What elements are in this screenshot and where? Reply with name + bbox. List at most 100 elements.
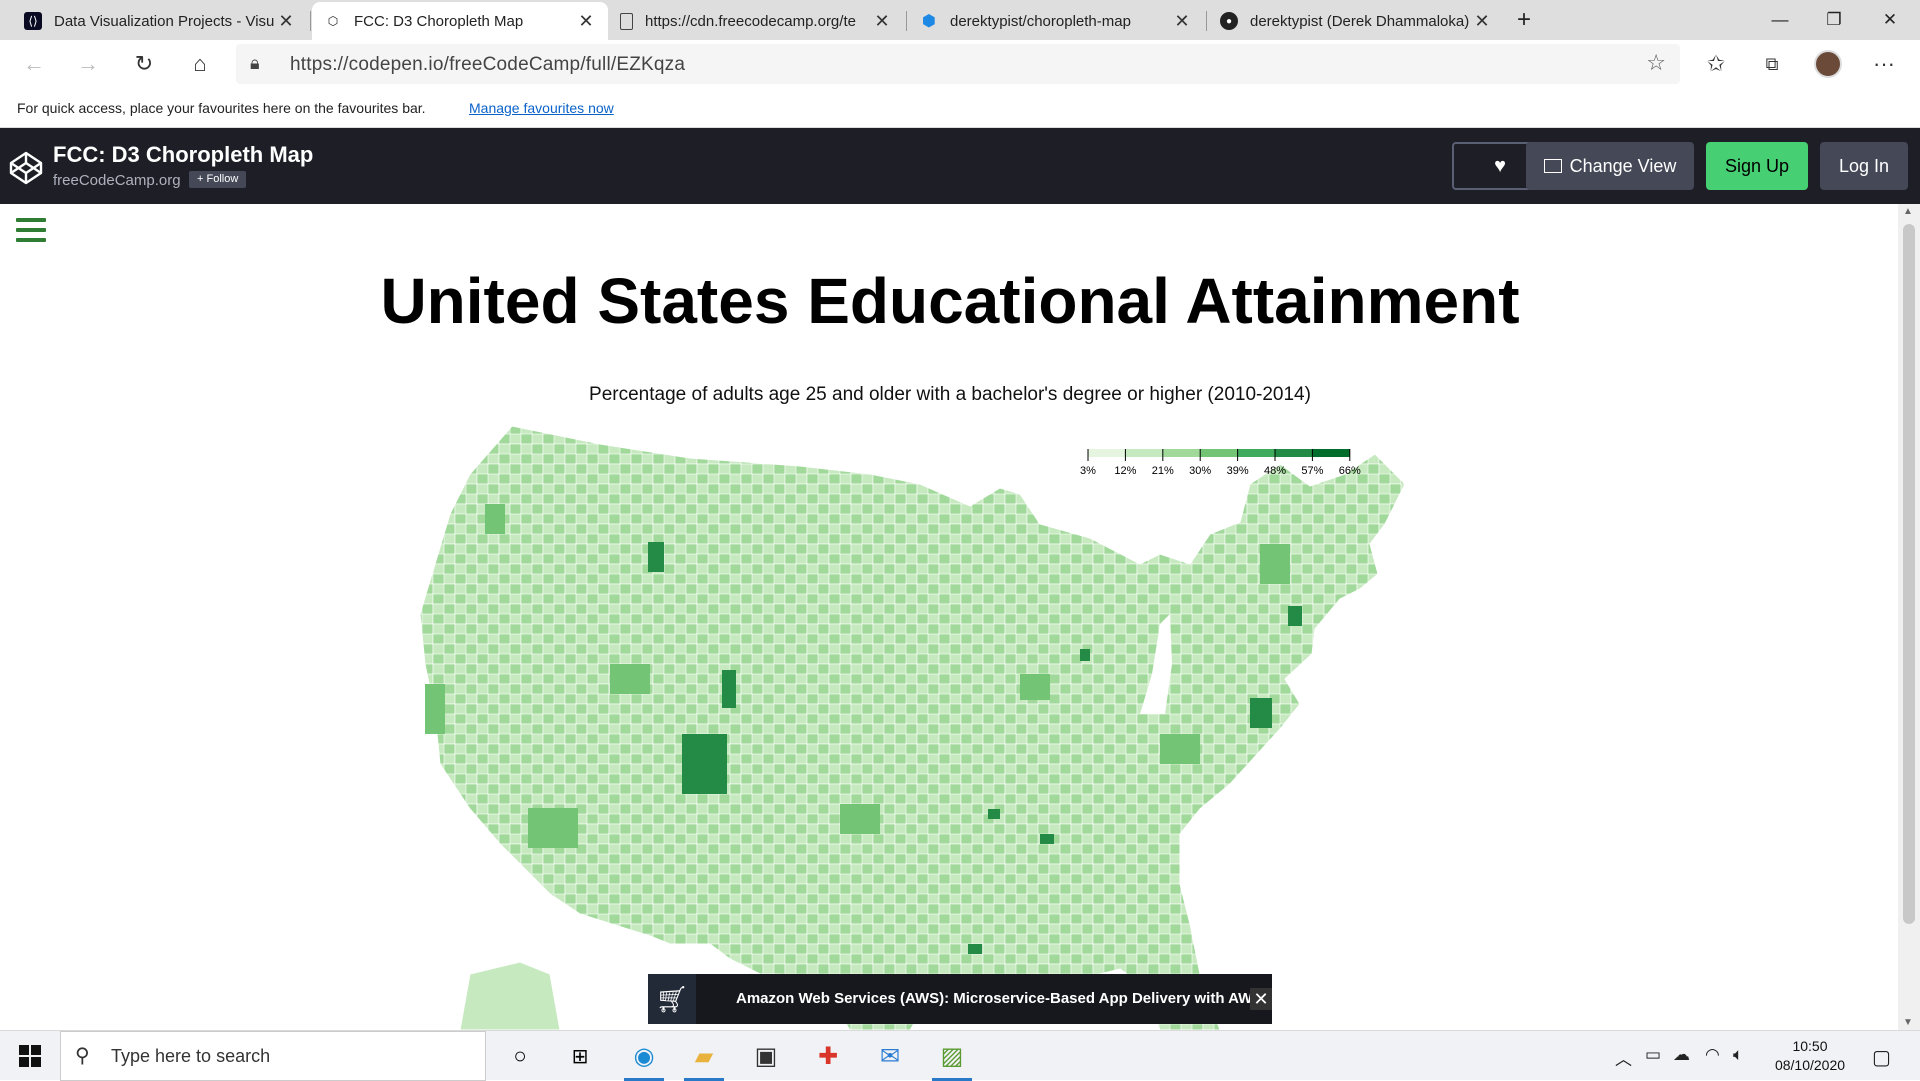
- pen-author-link[interactable]: freeCodeCamp.org: [53, 172, 181, 189]
- close-tab-icon[interactable]: ✕: [1172, 11, 1192, 32]
- favorites-bar: For quick access, place your favourites …: [0, 88, 1920, 128]
- avatar[interactable]: [1812, 48, 1844, 80]
- choropleth-map: [419, 425, 1406, 1030]
- change-view-icon: [1543, 159, 1562, 173]
- clock-date: 08/10/2020: [1774, 1057, 1846, 1073]
- close-window-button[interactable]: ✕: [1862, 0, 1918, 40]
- legend: 3% 12% 21% 30% 39% 48% 57% 66%: [1080, 449, 1361, 477]
- legend-swatch: [1125, 449, 1163, 457]
- tab-derektypist-github[interactable]: ● derektypist (Derek Dhammaloka) ✕: [1208, 2, 1504, 40]
- show-hidden-icons-icon[interactable]: ︿: [1615, 1045, 1632, 1070]
- wifi-icon[interactable]: ◠: [1705, 1045, 1720, 1065]
- favorites-bar-text: For quick access, place your favourites …: [17, 100, 426, 116]
- search-icon: ⚲: [75, 1045, 90, 1067]
- close-tab-icon[interactable]: ✕: [1472, 11, 1492, 32]
- lock-icon: 🔒︎: [250, 53, 260, 73]
- legend-tick-label: 30%: [1189, 465, 1211, 477]
- chart-title: United States Educational Attainment: [380, 265, 1520, 337]
- tab-title: https://cdn.freecodecamp.org/te: [645, 12, 856, 30]
- image-app-icon[interactable]: ▨: [924, 1031, 980, 1081]
- legend-swatch: [1237, 449, 1275, 457]
- fcc-icon: ⟨⟩: [24, 12, 42, 30]
- more-menu-icon[interactable]: ···: [1868, 48, 1900, 80]
- tab-choropleth-map[interactable]: ⬡ FCC: D3 Choropleth Map ✕: [312, 2, 608, 40]
- collections-icon[interactable]: ⧉: [1756, 48, 1788, 80]
- legend-swatch: [1088, 449, 1126, 457]
- mail-icon[interactable]: ✉: [862, 1031, 918, 1081]
- pen-output: United States Educational Attainment Per…: [0, 204, 1920, 1030]
- github-icon: ●: [1220, 12, 1238, 30]
- minimize-button[interactable]: —: [1752, 0, 1808, 40]
- legend-tick-label: 21%: [1152, 465, 1174, 477]
- file-explorer-icon[interactable]: ▰: [676, 1031, 732, 1081]
- new-tab-button[interactable]: +: [1496, 0, 1552, 40]
- legend-tick-label: 3%: [1080, 465, 1096, 477]
- volume-icon[interactable]: 🔈︎: [1733, 1045, 1743, 1065]
- legend-tick-label: 48%: [1264, 465, 1286, 477]
- close-tab-icon[interactable]: ✕: [276, 11, 296, 32]
- cloud-icon[interactable]: ☁: [1673, 1045, 1690, 1065]
- clock[interactable]: 10:50 08/10/2020: [1760, 1037, 1860, 1075]
- legend-swatch: [1200, 449, 1238, 457]
- follow-button[interactable]: + Follow: [189, 171, 247, 188]
- refresh-icon[interactable]: ↻: [128, 48, 160, 80]
- ad-close-button[interactable]: ✕: [1250, 988, 1272, 1010]
- codepen-logo-icon[interactable]: [8, 150, 44, 186]
- ad-banner[interactable]: 🛒︎ Amazon Web Services (AWS): Microservi…: [648, 974, 1272, 1024]
- address-bar[interactable]: 🔒︎ https://codepen.io/freeCodeCamp/full/…: [236, 44, 1680, 84]
- tab-data-visualization[interactable]: ⟨⟩ Data Visualization Projects - Visu ✕: [12, 2, 308, 40]
- gift-icon[interactable]: ✚: [800, 1031, 856, 1081]
- home-icon[interactable]: ⌂: [184, 48, 216, 80]
- vertical-scrollbar[interactable]: ▲ ▼: [1898, 204, 1920, 1030]
- restore-button[interactable]: ❐: [1806, 0, 1862, 40]
- notifications-icon[interactable]: ▢: [1872, 1045, 1891, 1070]
- favorites-icon[interactable]: ✩: [1700, 48, 1732, 80]
- browser-toolbar: ← → ↻ ⌂ 🔒︎ https://codepen.io/freeCodeCa…: [0, 40, 1920, 88]
- scrollbar-thumb[interactable]: [1903, 224, 1915, 924]
- edge-browser-icon[interactable]: ◉: [616, 1031, 672, 1081]
- cube-icon: ⬢: [922, 13, 936, 30]
- hamburger-menu-icon[interactable]: [16, 218, 46, 244]
- tab-cdn-freecodecamp[interactable]: https://cdn.freecodecamp.org/te ✕: [608, 2, 904, 40]
- log-in-button[interactable]: Log In: [1820, 142, 1908, 190]
- pen-title: FCC: D3 Choropleth Map: [53, 142, 314, 167]
- legend-tick-label: 12%: [1114, 465, 1136, 477]
- change-view-label: Change View: [1569, 155, 1677, 176]
- scroll-down-arrow-icon[interactable]: ▼: [1903, 1017, 1913, 1028]
- tab-derektypist-choropleth[interactable]: ⬢ derektypist/choropleth-map ✕: [908, 2, 1204, 40]
- search-placeholder: Type here to search: [111, 1046, 271, 1066]
- manage-favorites-link[interactable]: Manage favourites now: [469, 100, 614, 116]
- close-tab-icon[interactable]: ✕: [872, 11, 892, 32]
- legend-tick-label: 39%: [1227, 465, 1249, 477]
- close-tab-icon[interactable]: ✕: [576, 11, 596, 32]
- store-icon[interactable]: ▣: [738, 1031, 794, 1081]
- codepen-header: FCC: D3 Choropleth Map freeCodeCamp.org …: [0, 128, 1920, 204]
- sign-up-button[interactable]: Sign Up: [1706, 142, 1808, 190]
- clock-time: 10:50: [1792, 1038, 1828, 1054]
- shopping-cart-icon: 🛒︎: [648, 974, 696, 1024]
- chart-description: Percentage of adults age 25 and older wi…: [589, 384, 1311, 405]
- tab-title: derektypist/choropleth-map: [950, 12, 1131, 30]
- change-view-button[interactable]: Change View: [1526, 142, 1694, 190]
- task-view-icon[interactable]: ⊞: [552, 1031, 608, 1081]
- forward-arrow-icon[interactable]: →: [72, 48, 104, 80]
- heart-icon: ♥: [1494, 154, 1506, 177]
- legend-swatch: [1162, 449, 1201, 457]
- windows-start-icon[interactable]: [2, 1031, 58, 1081]
- back-arrow-icon[interactable]: ←: [18, 48, 50, 80]
- ad-text[interactable]: Amazon Web Services (AWS): Microservice-…: [736, 990, 1262, 1007]
- tab-title: Data Visualization Projects - Visu: [54, 12, 275, 30]
- battery-icon[interactable]: ▭: [1645, 1045, 1661, 1065]
- legend-tick-label: 57%: [1301, 465, 1323, 477]
- legend-swatch: [1312, 449, 1350, 457]
- cortana-icon[interactable]: ○: [492, 1031, 548, 1081]
- legend-swatch: [1275, 449, 1313, 457]
- tab-strip: ⟨⟩ Data Visualization Projects - Visu ✕ …: [0, 0, 1920, 40]
- tab-title: derektypist (Derek Dhammaloka): [1250, 12, 1470, 30]
- taskbar-search-box[interactable]: ⚲ Type here to search: [60, 1031, 486, 1081]
- favorite-star-icon[interactable]: ☆: [1646, 50, 1666, 76]
- codepen-icon: ⬡: [327, 14, 339, 28]
- scroll-up-arrow-icon[interactable]: ▲: [1903, 206, 1913, 217]
- tab-title: FCC: D3 Choropleth Map: [354, 12, 524, 30]
- address-url[interactable]: https://codepen.io/freeCodeCamp/full/EZK…: [290, 54, 685, 76]
